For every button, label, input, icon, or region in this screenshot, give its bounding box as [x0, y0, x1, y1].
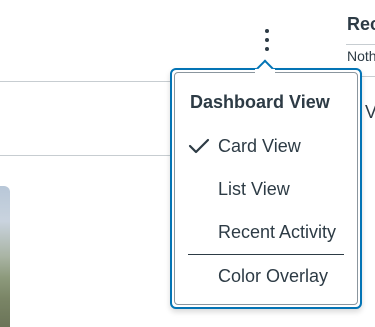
sidebar-divider: [346, 44, 375, 45]
kebab-vertical-icon: [265, 29, 269, 33]
sidebar-heading: Rec: [347, 14, 375, 34]
menu-item-card-view[interactable]: Card View: [218, 136, 301, 157]
kebab-dot: [265, 47, 269, 51]
menu-separator: [188, 254, 344, 255]
sidebar-empty-text: Noth: [347, 48, 375, 64]
checkmark-icon: [188, 138, 210, 154]
kebab-dot: [265, 38, 269, 42]
sidebar-link-fragment[interactable]: V: [365, 102, 375, 123]
popover-caret-mask: [255, 69, 275, 75]
menu-item-list-view[interactable]: List View: [218, 179, 290, 200]
section-divider: [0, 155, 170, 156]
menu-item-color-overlay[interactable]: Color Overlay: [218, 266, 328, 287]
header-divider: [0, 81, 170, 82]
menu-item-recent-activity[interactable]: Recent Activity: [218, 222, 336, 243]
course-card-image[interactable]: [0, 186, 10, 327]
menu-heading: Dashboard View: [190, 92, 330, 112]
dashboard-options-button[interactable]: [254, 26, 280, 54]
